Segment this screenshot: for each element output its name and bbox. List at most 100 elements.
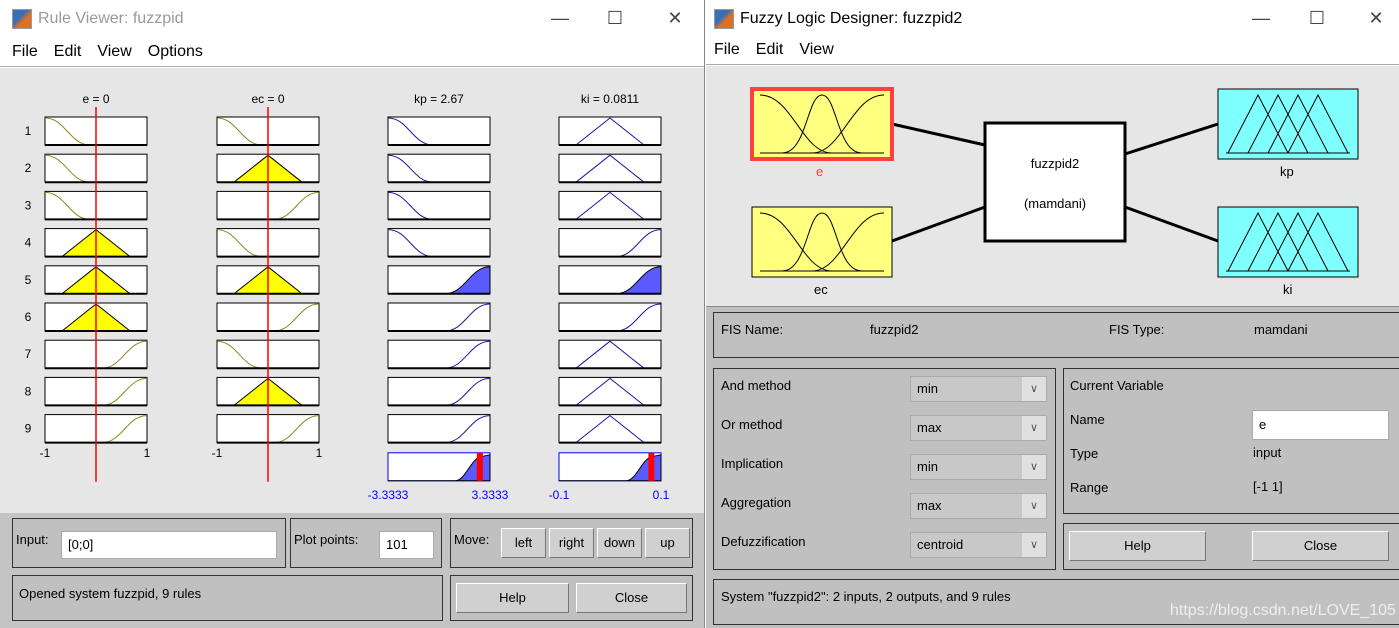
title-bar: Fuzzy Logic Designer: fuzzpid2 — ☐ ✕ (706, 0, 1399, 38)
implication-select[interactable]: min ∨ (910, 454, 1047, 480)
connector-line (1124, 205, 1219, 243)
fis-name-value: fuzzpid2 (870, 322, 919, 337)
matlab-icon (714, 9, 734, 29)
plot-points-label: Plot points: (294, 532, 359, 547)
input-range-min: -1 (212, 446, 223, 460)
maximize-icon[interactable]: ☐ (1302, 8, 1332, 29)
range-value: [-1 1] (1253, 479, 1283, 494)
mf-box-kp (387, 414, 491, 444)
help-button[interactable]: Help (1069, 531, 1206, 561)
or-method-label: Or method (721, 417, 783, 432)
input-field[interactable]: [0;0] (61, 531, 277, 559)
type-label: Type (1070, 446, 1099, 461)
output-ki-label[interactable]: ki (1283, 282, 1292, 297)
defuzzification-select[interactable]: centroid ∨ (910, 532, 1047, 558)
close-button[interactable]: Close (576, 583, 687, 613)
chevron-down-icon: ∨ (1022, 416, 1046, 440)
variable-name-field[interactable]: e (1252, 410, 1389, 440)
plot-points-panel: Plot points: 101 (290, 518, 442, 568)
menu-bar: File Edit View (706, 36, 1399, 65)
rule-number: 8 (25, 384, 32, 398)
close-button[interactable]: Close (1252, 531, 1389, 561)
move-up-button[interactable]: up (645, 528, 690, 558)
move-right-button[interactable]: right (549, 528, 594, 558)
current-variable-panel: Current Variable Name e Type input Range… (1063, 368, 1399, 514)
move-left-button[interactable]: left (501, 528, 546, 558)
close-icon[interactable]: ✕ (1361, 8, 1391, 29)
name-label: Name (1070, 412, 1105, 427)
move-down-button[interactable]: down (597, 528, 642, 558)
fis-type-value: mamdani (1254, 322, 1308, 337)
input-e-label[interactable]: e (816, 164, 823, 179)
input-range-max: 1 (316, 446, 323, 460)
fis-info-panel: FIS Name: fuzzpid2 FIS Type: mamdani (713, 312, 1399, 358)
menu-file[interactable]: File (12, 43, 38, 61)
header-ec: ec = 0 (251, 92, 284, 106)
and-method-select[interactable]: min ∨ (910, 376, 1047, 402)
input-e-block (750, 87, 894, 161)
rule-plot-area: e = 0 ec = 0 kp = 2.67 ki = 0.0811 1 2 3 4 5 6 7 8 9… (0, 68, 704, 513)
output-range-min: -3.3333 (368, 488, 409, 502)
connector-line (891, 122, 986, 147)
menu-view[interactable]: View (799, 41, 833, 59)
menu-edit[interactable]: Edit (54, 43, 82, 61)
rule-number: 5 (25, 273, 32, 287)
move-panel: Move: left right down up (450, 518, 693, 568)
menu-view[interactable]: View (97, 43, 131, 61)
output-ki-block (1217, 206, 1359, 278)
mf-box-kp (387, 228, 491, 258)
input-ec-label[interactable]: ec (814, 282, 828, 297)
mf-box-kp (387, 339, 491, 369)
menu-edit[interactable]: Edit (756, 41, 784, 59)
rule-number: 6 (25, 310, 32, 324)
rule-number: 4 (25, 236, 32, 250)
status-text: Opened system fuzzpid, 9 rules (19, 586, 202, 601)
type-value: input (1253, 445, 1282, 460)
help-button[interactable]: Help (456, 583, 569, 613)
fis-diagram-svg (750, 87, 1359, 278)
rule-number: 3 (25, 198, 32, 212)
mf-box-ki (558, 302, 662, 332)
mf-box-ki (558, 376, 662, 406)
help-close-panel: Help Close (1063, 523, 1399, 570)
menu-bar: File Edit View Options (0, 38, 704, 67)
output-kp-label[interactable]: kp (1280, 164, 1294, 179)
defuzzification-label: Defuzzification (721, 534, 806, 549)
methods-panel: And method min ∨ Or method max ∨ Implicati… (713, 368, 1056, 570)
fis-diagram: e ec kp ki fuzzpid2 (mamdani) (706, 66, 1399, 306)
implication-label: Implication (721, 456, 784, 471)
fis-type-label: FIS Type: (1109, 322, 1165, 337)
rule-number: 9 (25, 422, 32, 436)
mf-box-ki (558, 190, 662, 220)
defuzzified-marker-ki (648, 452, 655, 481)
chevron-down-icon: ∨ (1022, 377, 1046, 401)
input-range-min: -1 (40, 446, 51, 460)
window-title: Rule Viewer: fuzzpid (38, 10, 184, 27)
minimize-icon[interactable]: — (1246, 8, 1276, 29)
and-method-label: And method (721, 378, 792, 393)
output-kp-block (1217, 88, 1359, 160)
or-method-select[interactable]: max ∨ (910, 415, 1047, 441)
menu-options[interactable]: Options (148, 43, 203, 61)
rule-number: 1 (25, 124, 32, 138)
maximize-icon[interactable]: ☐ (600, 8, 630, 29)
plot-points-field[interactable]: 101 (379, 531, 434, 559)
fis-name-label: FIS Name: (721, 322, 784, 337)
aggregation-select[interactable]: max ∨ (910, 493, 1047, 519)
chevron-down-icon: ∨ (1022, 533, 1046, 557)
close-icon[interactable]: ✕ (660, 8, 690, 29)
rule-plots: e = 0 ec = 0 kp = 2.67 ki = 0.0811 1 2 3 4 5 6 7 8 9… (25, 92, 670, 502)
header-kp: kp = 2.67 (414, 92, 464, 106)
fis-designer-window: Fuzzy Logic Designer: fuzzpid2 — ☐ ✕ Fil… (706, 0, 1399, 628)
mf-box-ki (558, 228, 662, 258)
range-label: Range (1070, 480, 1109, 495)
minimize-icon[interactable]: — (545, 8, 575, 29)
mf-box-ki (558, 153, 662, 183)
menu-file[interactable]: File (714, 41, 740, 59)
chevron-down-icon: ∨ (1022, 455, 1046, 479)
defuzzification-value: centroid (917, 537, 964, 552)
mf-box-ki (558, 414, 662, 444)
control-area: Input: [0;0] Plot points: 101 Move: left… (0, 513, 704, 628)
output-range-min: -0.1 (549, 488, 570, 502)
mf-box-kp (387, 116, 491, 146)
